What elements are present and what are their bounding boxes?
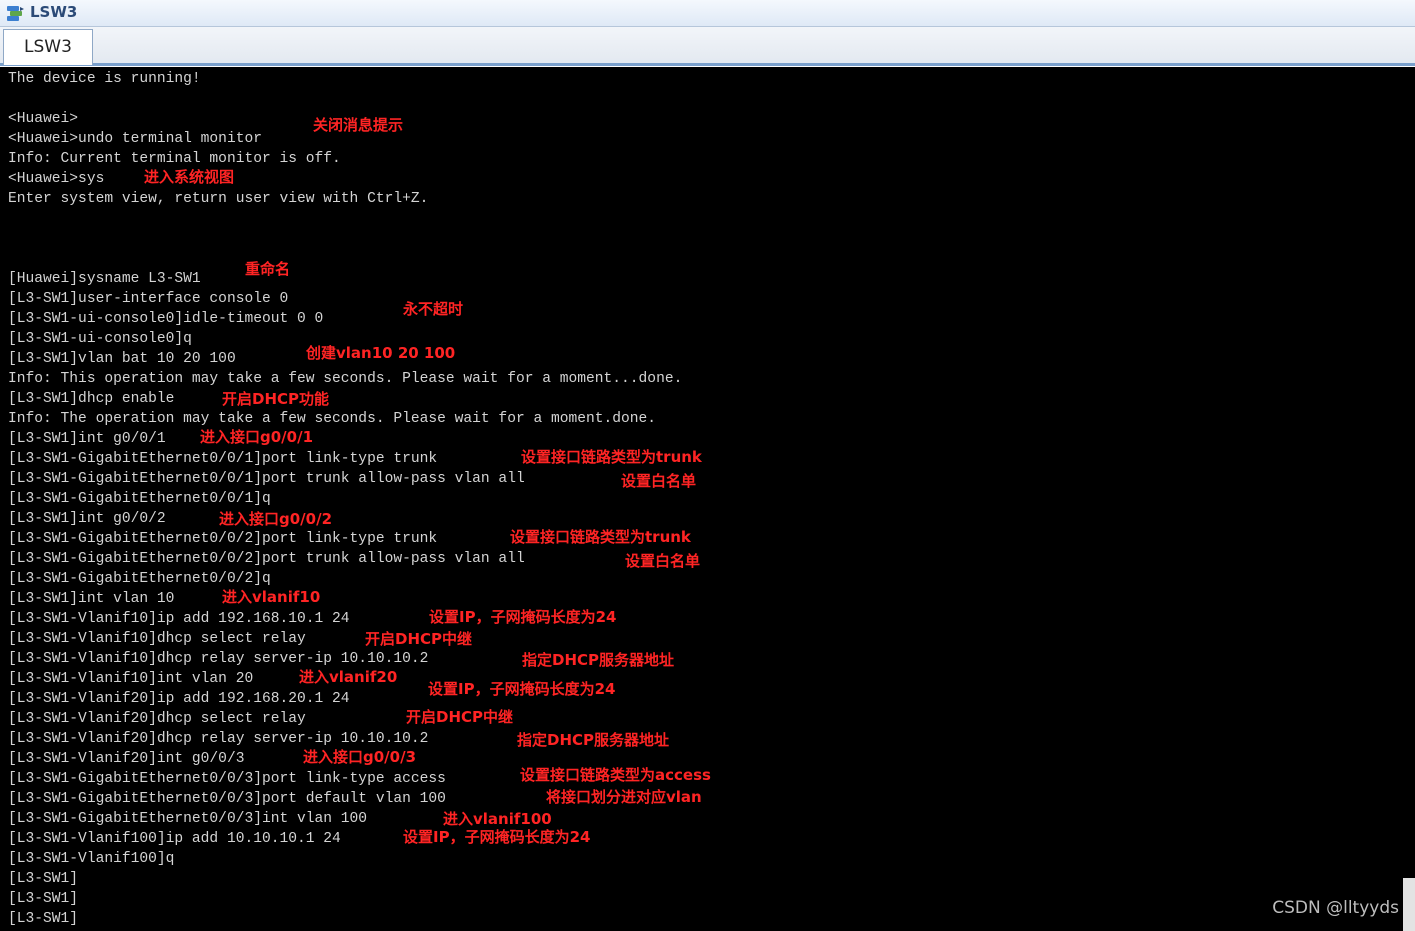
console-line: [L3-SW1-Vlanif100]ip add 10.10.10.1 24 <box>8 831 341 847</box>
annotation-note: 进入vlanif10 <box>222 588 321 606</box>
console-line: [L3-SW1-Vlanif10]dhcp relay server-ip 10… <box>8 651 429 667</box>
console-line: [L3-SW1-Vlanif10]int vlan 20 <box>8 671 254 687</box>
console-line: [L3-SW1-GigabitEthernet0/0/3]port link-t… <box>8 771 446 787</box>
annotation-note: 设置IP，子网掩码长度为24 <box>429 608 617 626</box>
console-line: <Huawei> <box>8 111 79 127</box>
title-bar: LSW3 <box>0 0 1415 27</box>
annotation-note: 设置白名单 <box>625 552 701 570</box>
console-line: [L3-SW1]dhcp enable <box>8 391 175 407</box>
annotation-note: 设置接口链路类型为trunk <box>510 528 691 546</box>
console-line: [L3-SW1-Vlanif10]dhcp select relay <box>8 631 306 647</box>
annotation-note: 进入接口g0/0/3 <box>303 748 417 766</box>
console-line: <Huawei>undo terminal monitor <box>8 131 262 147</box>
annotation-note: 指定DHCP服务器地址 <box>517 731 670 749</box>
console-line: [L3-SW1] <box>8 891 79 907</box>
console-line: [L3-SW1]int vlan 10 <box>8 591 175 607</box>
switch-app-icon <box>7 6 24 21</box>
annotation-note: 进入vlanif100 <box>443 810 552 828</box>
console-line: [L3-SW1-GigabitEthernet0/0/1]q <box>8 491 271 507</box>
annotation-note: 设置接口链路类型为access <box>520 766 711 784</box>
console-line: Info: This operation may take a few seco… <box>8 371 683 387</box>
console-line: [L3-SW1] <box>8 871 79 887</box>
scrollbar-stub[interactable] <box>1403 878 1415 931</box>
annotation-note: 进入接口g0/0/2 <box>219 510 333 528</box>
window-title: LSW3 <box>30 3 78 21</box>
console-line: [L3-SW1-GigabitEthernet0/0/2]port trunk … <box>8 551 525 567</box>
console-line: [L3-SW1-GigabitEthernet0/0/2]port link-t… <box>8 531 438 547</box>
console-line: [L3-SW1] <box>8 911 79 927</box>
annotation-note: 将接口划分进对应vlan <box>546 788 702 806</box>
console-line: The device is running! <box>8 71 201 87</box>
console-line: [L3-SW1-Vlanif20]dhcp relay server-ip 10… <box>8 731 429 747</box>
tab-bar <box>0 27 1415 66</box>
console-line: [L3-SW1-ui-console0]q <box>8 331 192 347</box>
annotation-note: 永不超时 <box>403 300 464 318</box>
console-line: [L3-SW1-Vlanif20]ip add 192.168.20.1 24 <box>8 691 350 707</box>
console-line: [L3-SW1-GigabitEthernet0/0/1]port link-t… <box>8 451 438 467</box>
terminal-console[interactable]: The device is running! <Huawei> <Huawei>un… <box>0 67 1415 931</box>
console-line: <Huawei>sys <box>8 171 105 187</box>
annotation-note: 指定DHCP服务器地址 <box>522 651 675 669</box>
annotation-note: 进入系统视图 <box>144 168 235 186</box>
console-line: [L3-SW1]vlan bat 10 20 100 <box>8 351 236 367</box>
console-line: [L3-SW1-GigabitEthernet0/0/3]int vlan 10… <box>8 811 368 827</box>
annotation-note: 进入vlanif20 <box>299 668 398 686</box>
console-line: [L3-SW1-Vlanif20]dhcp select relay <box>8 711 306 727</box>
console-line: Info: The operation may take a few secon… <box>8 411 657 427</box>
annotation-note: 设置IP，子网掩码长度为24 <box>403 828 591 846</box>
console-line: [L3-SW1]user-interface console 0 <box>8 291 289 307</box>
annotation-note: 设置接口链路类型为trunk <box>521 448 702 466</box>
console-line: [L3-SW1]int g0/0/2 <box>8 511 166 527</box>
annotation-note: 关闭消息提示 <box>313 116 404 134</box>
annotation-note: 开启DHCP中继 <box>365 630 473 648</box>
console-line: Enter system view, return user view with… <box>8 191 429 207</box>
tab-lsw3[interactable]: LSW3 <box>3 29 93 65</box>
annotation-note: 开启DHCP中继 <box>406 708 514 726</box>
console-line: [L3-SW1]int g0/0/1 <box>8 431 166 447</box>
console-line: [L3-SW1-GigabitEthernet0/0/3]port defaul… <box>8 791 446 807</box>
console-line: [Huawei]sysname L3-SW1 <box>8 271 201 287</box>
annotation-note: 设置白名单 <box>621 472 697 490</box>
tab-bar-underline <box>0 63 1415 66</box>
console-line: [L3-SW1-GigabitEthernet0/0/2]q <box>8 571 271 587</box>
annotation-note: 重命名 <box>245 260 291 278</box>
annotation-note: 设置IP，子网掩码长度为24 <box>428 680 616 698</box>
annotation-note: 创建vlan10 20 100 <box>306 344 456 362</box>
annotation-note: 进入接口g0/0/1 <box>200 428 314 446</box>
console-line: [L3-SW1-ui-console0]idle-timeout 0 0 <box>8 311 324 327</box>
console-line: [L3-SW1-Vlanif10]ip add 192.168.10.1 24 <box>8 611 350 627</box>
csdn-watermark: CSDN @lltyyds <box>1272 898 1399 918</box>
console-line: [L3-SW1-GigabitEthernet0/0/1]port trunk … <box>8 471 525 487</box>
console-line: [L3-SW1-Vlanif20]int g0/0/3 <box>8 751 245 767</box>
console-line: [L3-SW1-Vlanif100]q <box>8 851 175 867</box>
console-line: Info: Current terminal monitor is off. <box>8 151 341 167</box>
annotation-note: 开启DHCP功能 <box>222 390 330 408</box>
